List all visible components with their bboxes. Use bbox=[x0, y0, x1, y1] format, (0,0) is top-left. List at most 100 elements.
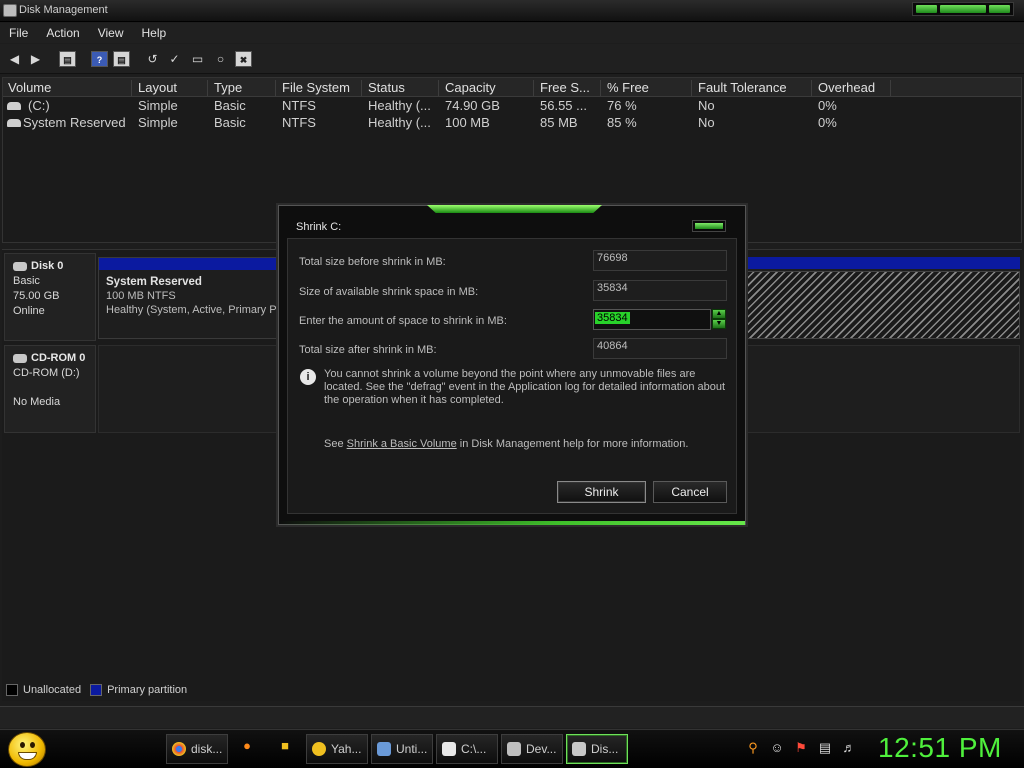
quick-launch: ● ■ bbox=[232, 736, 292, 762]
shrink-amount-stepper[interactable]: ▲ ▼ bbox=[712, 309, 726, 330]
taskbar-item-7zip[interactable]: C:\... bbox=[436, 734, 498, 764]
volume-icon[interactable]: ♬ bbox=[842, 741, 856, 755]
console-tree-icon[interactable]: ▤ bbox=[59, 51, 76, 67]
search-icon[interactable]: ○ bbox=[212, 51, 229, 67]
taskbar-item-yahoo[interactable]: Yah... bbox=[306, 734, 368, 764]
cell-status: Healthy (... bbox=[368, 98, 431, 113]
cell-free-space: 85 MB bbox=[540, 115, 578, 130]
table-row[interactable]: System Reserved Simple Basic NTFS Health… bbox=[3, 115, 1021, 132]
cell-overhead: 0% bbox=[818, 115, 837, 130]
search-icon[interactable]: ⚲ bbox=[746, 741, 760, 755]
dialog-close-button[interactable] bbox=[692, 220, 726, 232]
help-suffix: in Disk Management help for more informa… bbox=[456, 438, 689, 450]
disk-0-size: 75.00 GB bbox=[13, 290, 60, 302]
menu-action[interactable]: Action bbox=[37, 23, 88, 43]
taskbar: disk... ● ■ Yah... Unti... C:\... Dev...… bbox=[0, 729, 1024, 768]
taskbar-item-disk-management[interactable]: Dis... bbox=[566, 734, 628, 764]
cell-fault-tolerance: No bbox=[698, 98, 715, 113]
menu-file[interactable]: File bbox=[0, 23, 37, 43]
cell-capacity: 100 MB bbox=[445, 115, 490, 130]
column-header-file-system[interactable]: File System bbox=[277, 80, 362, 96]
disk-0-label[interactable]: Disk 0 Basic 75.00 GB Online bbox=[4, 253, 96, 341]
window-title: Disk Management bbox=[19, 4, 108, 16]
taskbar-item-device-manager[interactable]: Dev... bbox=[501, 734, 563, 764]
start-button[interactable] bbox=[8, 732, 46, 767]
menu-view[interactable]: View bbox=[89, 23, 133, 43]
open-folder-icon[interactable]: ▭ bbox=[189, 51, 206, 67]
network-icon[interactable]: ▤ bbox=[818, 741, 832, 755]
label-available-shrink: Size of available shrink space in MB: bbox=[299, 286, 479, 298]
shrink-basic-volume-link[interactable]: Shrink a Basic Volume bbox=[347, 438, 457, 450]
partition-status: Healthy (System, Active, Primary Pa bbox=[106, 304, 279, 316]
cell-capacity: 74.90 GB bbox=[445, 98, 500, 113]
forward-arrow-icon[interactable]: ▶ bbox=[27, 51, 44, 67]
shrink-button[interactable]: Shrink bbox=[557, 481, 646, 503]
help-icon[interactable]: ? bbox=[91, 51, 108, 67]
desktop: Disk Management File Action View Help ◀ … bbox=[0, 0, 1024, 768]
shrink-amount-input[interactable]: 35834 bbox=[593, 309, 711, 330]
task-label: C:\... bbox=[461, 742, 487, 756]
7zip-icon bbox=[442, 742, 456, 756]
cell-layout: Simple bbox=[138, 115, 178, 130]
action-center-flag-icon[interactable]: ⚑ bbox=[794, 741, 808, 755]
column-header-type[interactable]: Type bbox=[209, 80, 276, 96]
column-header-status[interactable]: Status bbox=[363, 80, 439, 96]
column-header-capacity[interactable]: Capacity bbox=[440, 80, 534, 96]
shrink-amount-value: 35834 bbox=[595, 312, 630, 324]
task-label: disk... bbox=[191, 742, 223, 756]
cell-overhead: 0% bbox=[818, 98, 837, 113]
cancel-button[interactable]: Cancel bbox=[653, 481, 727, 503]
partition-system-reserved[interactable]: System Reserved 100 MB NTFS Healthy (Sys… bbox=[98, 257, 280, 339]
dialog-title: Shrink C: bbox=[296, 221, 342, 233]
taskbar-item-untitled[interactable]: Unti... bbox=[371, 734, 433, 764]
legend-unallocated: Unallocated bbox=[23, 684, 82, 696]
smiley-eye bbox=[30, 742, 35, 748]
yahoo-messenger-icon bbox=[312, 742, 326, 756]
firefox-icon[interactable]: ● bbox=[240, 739, 254, 753]
column-header-free-space[interactable]: Free S... bbox=[535, 80, 601, 96]
taskbar-item-chrome[interactable]: disk... bbox=[166, 734, 228, 764]
shrink-dialog: Shrink C: Total size before shrink in MB… bbox=[278, 205, 746, 525]
legend-primary: Primary partition bbox=[107, 684, 188, 696]
cell-file-system: NTFS bbox=[282, 98, 316, 113]
connect-icon[interactable]: ✓ bbox=[166, 51, 183, 67]
table-row[interactable]: (C:) Simple Basic NTFS Healthy (... 74.9… bbox=[3, 98, 1021, 115]
properties-icon[interactable]: ▤ bbox=[113, 51, 130, 67]
chrome-icon bbox=[172, 742, 186, 756]
cell-volume: System Reserved bbox=[23, 115, 126, 130]
cdrom-0-label[interactable]: CD-ROM 0 CD-ROM (D:) No Media bbox=[4, 345, 96, 433]
settings-icon[interactable]: ✖ bbox=[235, 51, 252, 67]
cell-fault-tolerance: No bbox=[698, 115, 715, 130]
back-arrow-icon[interactable]: ◀ bbox=[6, 51, 23, 67]
smiley-eye bbox=[20, 742, 25, 748]
chevron-up-icon[interactable]: ▲ bbox=[712, 309, 726, 319]
column-header-layout[interactable]: Layout bbox=[133, 80, 208, 96]
close-button[interactable] bbox=[989, 5, 1010, 13]
maximize-button[interactable] bbox=[939, 5, 987, 13]
task-label: Dis... bbox=[591, 742, 619, 756]
window-controls bbox=[912, 2, 1014, 16]
column-header-fault-tolerance[interactable]: Fault Tolerance bbox=[693, 80, 812, 96]
column-header-percent-free[interactable]: % Free bbox=[602, 80, 692, 96]
menu-help[interactable]: Help bbox=[133, 23, 176, 43]
help-text: See Shrink a Basic Volume in Disk Manage… bbox=[324, 438, 688, 450]
partition-c[interactable] bbox=[746, 257, 1020, 339]
folder-icon[interactable]: ■ bbox=[278, 739, 292, 753]
legend: Unallocated Primary partition bbox=[6, 684, 187, 696]
minimize-button[interactable] bbox=[916, 5, 937, 13]
rescan-disks-icon[interactable]: ↺ bbox=[144, 51, 161, 67]
cell-status: Healthy (... bbox=[368, 115, 431, 130]
messenger-status-icon[interactable]: ☺ bbox=[770, 741, 784, 755]
partition-size: 100 MB NTFS bbox=[106, 290, 176, 302]
menu-bar: File Action View Help bbox=[0, 23, 1024, 43]
cell-type: Basic bbox=[214, 98, 246, 113]
taskbar-clock[interactable]: 12:51 PM bbox=[878, 732, 1002, 764]
column-header-volume[interactable]: Volume bbox=[3, 80, 132, 96]
device-manager-icon bbox=[507, 742, 521, 756]
disk-management-icon bbox=[572, 742, 586, 756]
chevron-down-icon[interactable]: ▼ bbox=[712, 319, 726, 329]
partition-name: System Reserved bbox=[106, 276, 202, 288]
task-label: Dev... bbox=[526, 742, 557, 756]
column-header-overhead[interactable]: Overhead bbox=[813, 80, 891, 96]
shrink-info-text: You cannot shrink a volume beyond the po… bbox=[324, 368, 726, 406]
